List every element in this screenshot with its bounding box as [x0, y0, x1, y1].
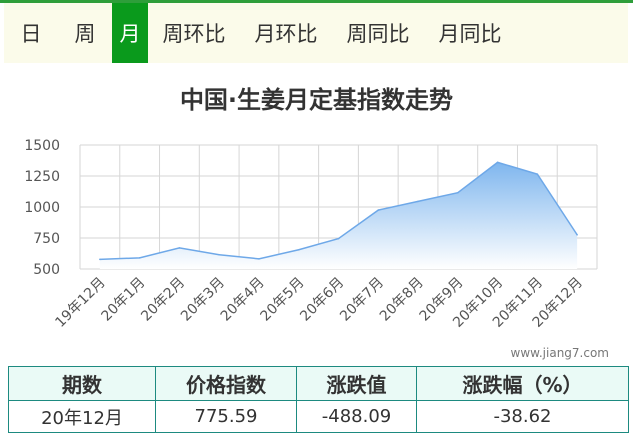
header-change-percent: 涨跌幅（%）	[416, 366, 629, 401]
data-point	[99, 258, 101, 261]
data-point	[138, 257, 141, 259]
data-point	[297, 248, 300, 251]
data-point	[536, 173, 539, 175]
tab-month-on-month[interactable]: 月环比	[240, 3, 332, 63]
period-tab-bar: 日 周 月 周环比 月环比 周同比 月同比	[4, 3, 628, 63]
tab-week-year-on-year[interactable]: 周同比	[332, 3, 424, 63]
y-tick-label: 1000	[24, 200, 60, 216]
header-price-index: 价格指数	[155, 366, 297, 401]
tab-day[interactable]: 日	[4, 3, 58, 63]
cell-change-value: -488.09	[296, 400, 417, 433]
watermark: www.jiang7.com	[510, 346, 609, 360]
index-trend-chart: 500750100012501500 19年12月20年1月20年2月20年3月…	[24, 138, 598, 331]
area-fill	[99, 162, 578, 269]
tab-week[interactable]: 周	[58, 3, 112, 63]
data-point	[337, 237, 340, 240]
header-period: 期数	[8, 366, 156, 401]
data-point	[377, 209, 380, 211]
tab-week-on-week[interactable]: 周环比	[148, 3, 240, 63]
cell-period: 20年12月	[8, 400, 156, 433]
cell-change-percent: -38.62	[416, 400, 629, 433]
data-point	[178, 247, 181, 249]
data-point	[417, 200, 419, 203]
data-point	[576, 233, 578, 236]
x-tick-label: 19年12月	[52, 275, 108, 331]
y-tick-label: 500	[33, 262, 60, 278]
data-point	[218, 253, 220, 256]
table-row: 20年12月 775.59 -488.09 -38.62	[8, 400, 629, 433]
data-point	[258, 258, 260, 260]
y-tick-label: 750	[33, 231, 60, 247]
summary-table: 期数 价格指数 涨跌值 涨跌幅（%） 20年12月 775.59 -488.09…	[8, 366, 629, 433]
cell-price-index: 775.59	[155, 400, 297, 433]
data-point	[457, 191, 459, 194]
tab-month[interactable]: 月	[112, 3, 148, 63]
header-change-value: 涨跌值	[296, 366, 417, 401]
y-tick-label: 1250	[24, 169, 60, 185]
chart-container: 中国·生姜月定基指数走势 500 750 1000 1250 1500 19年12月 20…	[0, 70, 633, 365]
data-point	[496, 161, 499, 164]
tab-month-year-on-year[interactable]: 月同比	[424, 3, 516, 63]
y-tick-label: 1500	[24, 138, 60, 154]
table-header-row: 期数 价格指数 涨跌值 涨跌幅（%）	[8, 366, 629, 401]
